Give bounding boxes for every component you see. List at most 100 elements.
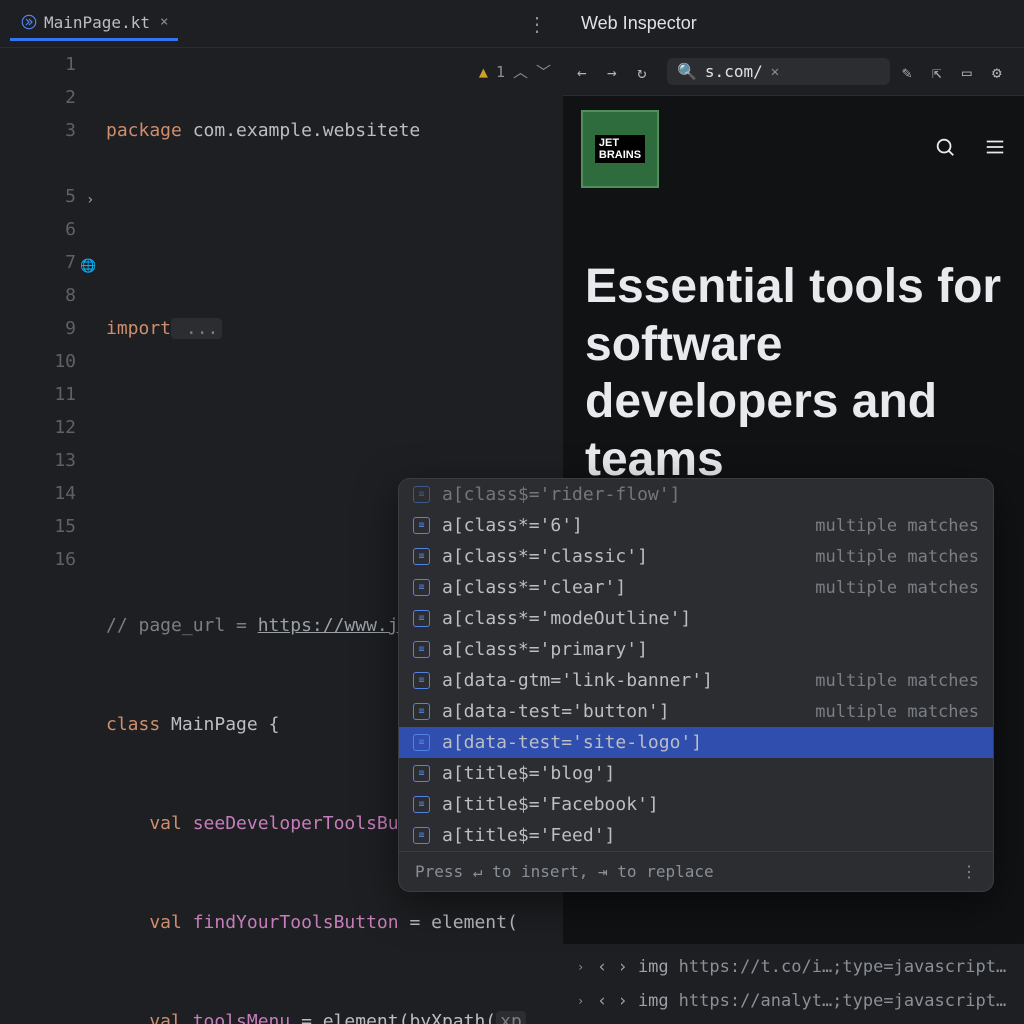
dom-row[interactable]: ›‹ › imghttps://t.co/i…;type=javascript&… xyxy=(563,950,1024,984)
kebab-icon[interactable]: ⋮ xyxy=(961,862,977,881)
completion-item[interactable]: ≡a[title$='blog'] xyxy=(399,758,993,789)
completion-label: a[class*='primary'] xyxy=(442,639,648,660)
keyword: val xyxy=(106,912,182,933)
css-selector-icon: ≡ xyxy=(413,765,430,782)
identifier: findYourToolsButton xyxy=(182,912,399,933)
line-number: 9 xyxy=(0,312,76,345)
line-number: 10 xyxy=(0,345,76,378)
reload-icon[interactable]: ↻ xyxy=(637,63,655,81)
settings-icon[interactable]: ⚙ xyxy=(992,63,1010,81)
dom-row[interactable]: ›‹ › imghttps://analyt…;type=javascript&… xyxy=(563,984,1024,1018)
export-icon[interactable]: ⇱ xyxy=(932,63,950,81)
css-selector-icon: ≡ xyxy=(413,610,430,627)
completion-item[interactable]: ≡a[class*='modeOutline'] xyxy=(399,603,993,634)
package-name: com.example.websitete xyxy=(182,120,420,141)
identifier: toolsMenu xyxy=(182,1011,290,1024)
css-selector-icon: ≡ xyxy=(413,827,430,844)
globe-icon[interactable]: 🌐 xyxy=(80,250,96,283)
fold-icon[interactable]: › xyxy=(86,184,94,217)
completion-label: a[class*='6'] xyxy=(442,515,583,536)
expand-icon[interactable]: › xyxy=(577,984,587,1018)
completion-note: multiple matches xyxy=(815,516,979,536)
tab-filename: MainPage.kt xyxy=(44,13,150,32)
completion-label: a[data-gtm='link-banner'] xyxy=(442,670,713,691)
tab-bar: MainPage.kt × ⋮ xyxy=(0,0,563,48)
completion-label: a[title$='Facebook'] xyxy=(442,794,659,815)
dom-tree[interactable]: ›‹ › imghttps://t.co/i…;type=javascript&… xyxy=(563,944,1024,1024)
search-icon: 🔍 xyxy=(677,62,697,81)
keyword: package xyxy=(106,120,182,141)
url-text: s.com/ xyxy=(705,62,763,81)
keyword: class xyxy=(106,714,160,735)
text: = xyxy=(290,1011,323,1024)
completion-item[interactable]: ≡ a[title$='Feed'] xyxy=(399,820,993,851)
completion-item[interactable]: ≡a[class*='primary'] xyxy=(399,634,993,665)
site-logo[interactable]: JET BRAINS xyxy=(581,110,659,188)
line-number: 3 xyxy=(0,114,76,147)
footer-hint: Press ↵ to insert, ⇥ to replace xyxy=(415,862,714,881)
line-number: 15 xyxy=(0,510,76,543)
search-icon[interactable] xyxy=(934,136,956,162)
completion-label: a[data-test='button'] xyxy=(442,701,670,722)
tab-options-icon[interactable]: ⋮ xyxy=(521,12,553,36)
line-number: 7 xyxy=(0,246,76,279)
completion-label: a[class*='classic'] xyxy=(442,546,648,567)
inspector-toolbar: ← → ↻ 🔍 s.com/ ✕ ✎ ⇱ ▭ ⚙ xyxy=(563,48,1024,96)
dom-tag: ‹ › img xyxy=(597,950,669,984)
back-icon[interactable]: ← xyxy=(577,63,595,81)
param-hint: xp xyxy=(496,1011,526,1024)
css-selector-icon: ≡ xyxy=(413,672,430,689)
comment: // page_url = xyxy=(106,615,258,636)
completion-label: a[data-test='site-logo'] xyxy=(442,732,702,753)
line-number: 11 xyxy=(0,378,76,411)
completion-note: multiple matches xyxy=(815,547,979,567)
dom-tag: ‹ › img xyxy=(597,984,669,1018)
completion-item[interactable]: ≡a[class*='clear']multiple matches xyxy=(399,572,993,603)
text: = xyxy=(399,912,432,933)
line-number: 12 xyxy=(0,411,76,444)
line-number: 5 xyxy=(0,180,76,213)
keyword: import xyxy=(106,318,171,339)
completion-popup[interactable]: ≡ a[class$='rider-flow'] ≡ a[class*='6'] mul… xyxy=(398,478,994,892)
line-number: 2 xyxy=(0,81,76,114)
completion-item[interactable]: ≡a[data-test='button']multiple matches xyxy=(399,696,993,727)
css-selector-icon: ≡ xyxy=(413,796,430,813)
expand-icon[interactable]: › xyxy=(577,950,587,984)
css-selector-icon: ≡ xyxy=(413,734,430,751)
line-number: 16 xyxy=(0,543,76,576)
line-number: 14 xyxy=(0,477,76,510)
highlight-icon[interactable]: ✎ xyxy=(902,63,920,81)
logo-text: JET BRAINS xyxy=(595,135,645,163)
completion-item[interactable]: ≡a[data-gtm='link-banner']multiple match… xyxy=(399,665,993,696)
hero-text: Essential tools for software developers … xyxy=(563,202,1024,498)
forward-icon[interactable]: → xyxy=(607,63,625,81)
menu-icon[interactable] xyxy=(984,136,1006,162)
completion-item[interactable]: ≡ a[title$='Facebook'] xyxy=(399,789,993,820)
close-icon[interactable]: × xyxy=(160,14,168,30)
call: element(byXpath( xyxy=(323,1011,496,1024)
devices-icon[interactable]: ▭ xyxy=(962,63,980,81)
kotlin-file-icon xyxy=(20,13,38,31)
keyword: val xyxy=(106,813,182,834)
completion-item[interactable]: ≡ a[class$='rider-flow'] xyxy=(399,479,993,510)
file-tab-mainpage[interactable]: MainPage.kt × xyxy=(10,7,178,41)
url-field[interactable]: 🔍 s.com/ ✕ xyxy=(667,58,890,85)
call: element( xyxy=(431,912,518,933)
css-selector-icon: ≡ xyxy=(413,486,430,503)
class-name: MainPage xyxy=(160,714,268,735)
clear-icon[interactable]: ✕ xyxy=(771,64,779,80)
page-header: JET BRAINS xyxy=(563,96,1024,202)
line-number: 13 xyxy=(0,444,76,477)
completion-label: a[title$='Feed'] xyxy=(442,825,615,846)
completion-item[interactable]: ≡ a[data-test='site-logo'] xyxy=(399,727,993,758)
line-number: 8 xyxy=(0,279,76,312)
css-selector-icon: ≡ xyxy=(413,517,430,534)
css-selector-icon: ≡ xyxy=(413,548,430,565)
completion-item[interactable]: ≡ a[class*='6'] multiple matches xyxy=(399,510,993,541)
completion-item[interactable]: ≡ a[class*='classic'] multiple matches xyxy=(399,541,993,572)
folded-import[interactable]: ... xyxy=(171,318,222,339)
line-number: 6 xyxy=(0,213,76,246)
completion-label: a[class$='rider-flow'] xyxy=(442,484,680,505)
popup-footer: Press ↵ to insert, ⇥ to replace ⋮ xyxy=(399,851,993,891)
completion-note: multiple matches xyxy=(815,578,979,598)
